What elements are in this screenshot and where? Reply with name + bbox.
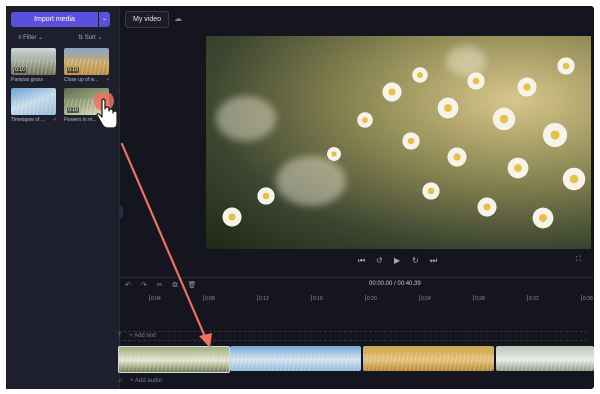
thumbnail-duration: 0:10 (67, 67, 79, 73)
duplicate-icon[interactable]: ⧉ (172, 282, 177, 289)
time-separator: / (394, 281, 396, 287)
thumbnail-title: Pampas grass (11, 77, 43, 83)
play-icon[interactable]: ▶ (394, 256, 400, 265)
forward-5s-icon[interactable]: ↻ (412, 256, 419, 265)
project-title-input[interactable]: My video (125, 11, 169, 28)
media-thumbnail-timelapse[interactable] (11, 88, 56, 115)
import-media-button[interactable]: Import media (11, 12, 98, 27)
timeline-ruler[interactable]: 0:04 0:08 0:12 0:16 0:20 0:24 0:28 0:32 … (119, 295, 594, 306)
thumbnail-image (11, 98, 56, 115)
timeline-clip[interactable] (118, 346, 230, 373)
add-text-label: + Add text (129, 333, 157, 339)
ruler-tick: 0:12 (257, 295, 269, 302)
skip-back-icon[interactable]: ⏮ (358, 256, 365, 266)
filter-button[interactable]: ≡ Filter ⌄ (18, 34, 43, 41)
music-icon: ♫ (118, 378, 123, 384)
skip-forward-icon[interactable]: ⏭ (430, 256, 437, 266)
player-controls: ⏮ ↺ ▶ ↻ ⏭ (358, 256, 448, 268)
thumbnail-duration: 0:10 (14, 67, 26, 73)
filter-label: Filter (23, 35, 37, 41)
hand-cursor-icon (94, 93, 118, 129)
clip-frames (119, 354, 229, 372)
ruler-tick: 0:04 (149, 295, 161, 302)
add-audio-label: + Add audio (130, 378, 163, 384)
add-audio-track[interactable]: ♫ + Add audio (118, 377, 588, 386)
split-icon[interactable]: ✂ (157, 282, 163, 289)
ruler-tick: 0:36 (581, 295, 593, 302)
undo-icon[interactable]: ↶ (125, 282, 131, 289)
delete-icon[interactable]: 🗑 (187, 282, 196, 289)
ruler-tick: 0:08 (203, 295, 215, 302)
import-options-chevron-icon[interactable]: ⌄ (99, 12, 110, 27)
fullscreen-icon[interactable]: ⛶ (576, 256, 581, 264)
clip-frames (496, 353, 594, 371)
timecode: 00:00.00 / 00:40.39 (369, 281, 421, 287)
clip-frames (363, 353, 494, 371)
ruler-tick: 0:28 (473, 295, 485, 302)
filter-sort-row: ≡ Filter ⌄ ⇅ Sort ⌄ (6, 32, 119, 44)
redo-icon[interactable]: ↷ (141, 282, 147, 289)
media-thumbnail-pampas-grass[interactable]: 0:10 (11, 48, 56, 75)
thumbnail-title: Close up of w... (64, 77, 99, 83)
sort-button[interactable]: ⇅ Sort ⌄ (78, 34, 102, 41)
clip-frames (230, 353, 361, 371)
timeline-tools: ↶ ↷ ✂ ⧉ 🗑 (125, 281, 204, 290)
text-icon: T (118, 333, 122, 339)
add-text-track[interactable]: T + Add text (118, 331, 588, 341)
cloud-sync-off-icon[interactable]: ☁ (174, 14, 182, 23)
rewind-5s-icon[interactable]: ↺ (376, 256, 383, 265)
current-time: 00:00.00 (369, 281, 393, 287)
added-check-icon: ✓ (106, 77, 111, 83)
video-preview[interactable] (206, 36, 591, 249)
ruler-tick: 0:24 (419, 295, 431, 302)
thumbnail-duration: 0:10 (67, 107, 79, 113)
timeline-clip[interactable] (496, 346, 594, 371)
media-panel: Import media ⌄ ≡ Filter ⌄ ⇅ Sort ⌄ 0:10 … (6, 6, 120, 389)
total-time: 00:40.39 (397, 281, 421, 287)
ruler-tick: 0:32 (527, 295, 539, 302)
added-check-icon: ✓ (53, 117, 58, 123)
ruler-tick: 0:16 (311, 295, 323, 302)
media-thumbnail-close-up[interactable]: 0:10 (64, 48, 109, 75)
timeline-clip[interactable] (363, 346, 494, 371)
collapse-panel-handle[interactable] (119, 206, 123, 218)
sort-label: Sort (84, 35, 96, 41)
thumbnail-title: Timelapse of ... (11, 117, 45, 123)
timeline-clip[interactable] (230, 346, 361, 371)
ruler-tick: 0:20 (365, 295, 377, 302)
